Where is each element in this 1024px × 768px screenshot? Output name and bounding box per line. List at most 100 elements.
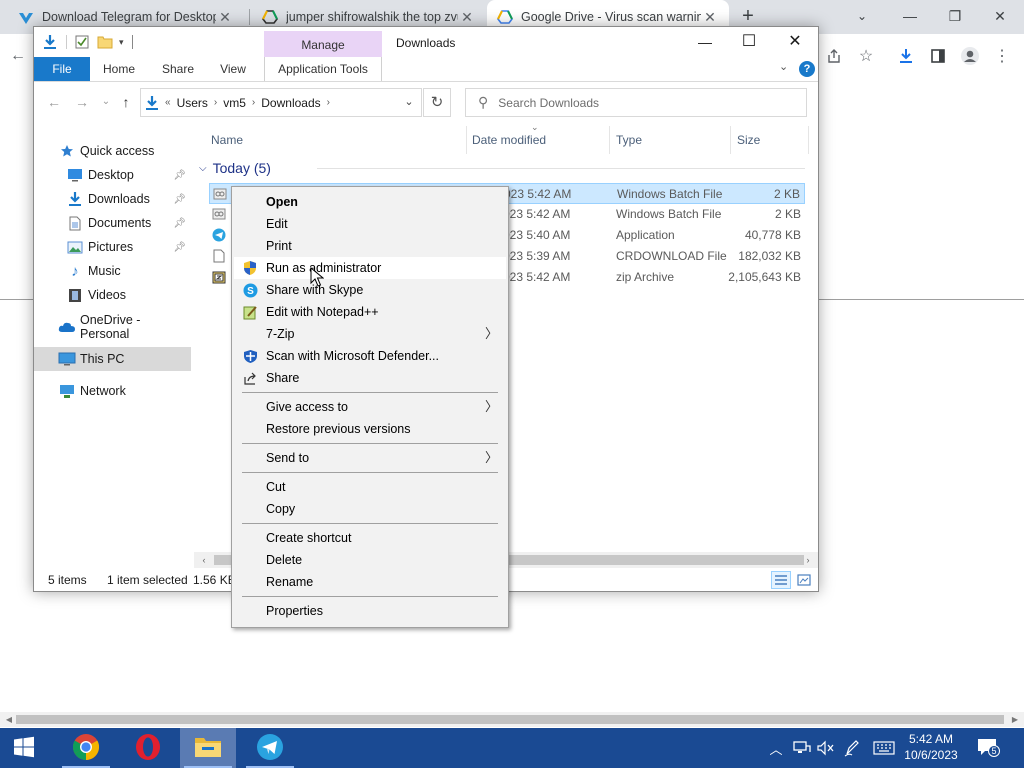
- pin-icon[interactable]: 📌︎: [173, 218, 186, 229]
- nav-videos[interactable]: Videos: [34, 283, 191, 307]
- nav-onedrive[interactable]: OneDrive - Personal: [34, 313, 191, 341]
- scroll-left-icon[interactable]: ‹: [196, 552, 212, 568]
- explorer-maximize-button[interactable]: ☐: [726, 31, 772, 53]
- column-size[interactable]: Size: [737, 130, 760, 150]
- chrome-menu-icon[interactable]: ⋮: [990, 44, 1014, 68]
- scroll-right-icon[interactable]: ›: [800, 552, 816, 568]
- close-tab-icon[interactable]: ✕: [458, 9, 476, 26]
- nav-documents[interactable]: Documents 📌︎: [34, 211, 191, 235]
- menu-item-7zip[interactable]: 7-Zip 〉: [234, 323, 506, 345]
- forward-icon[interactable]: →: [72, 92, 92, 112]
- menu-item-delete[interactable]: Delete: [234, 549, 506, 571]
- downloads-icon[interactable]: [894, 44, 918, 68]
- details-view-icon[interactable]: [771, 571, 791, 589]
- collapse-chevron-icon[interactable]: ⌵: [199, 163, 207, 174]
- back-icon[interactable]: ←: [44, 92, 64, 112]
- column-date-modified[interactable]: Date modified: [472, 130, 546, 150]
- explorer-minimize-button[interactable]: —: [682, 31, 728, 53]
- column-type[interactable]: Type: [616, 130, 642, 150]
- up-icon[interactable]: ↑: [116, 92, 136, 112]
- network-tray-icon[interactable]: [790, 728, 814, 768]
- column-divider[interactable]: [466, 126, 467, 154]
- menu-item-run-as-administrator[interactable]: Run as administrator: [234, 257, 506, 279]
- touch-keyboard-icon[interactable]: [870, 728, 898, 768]
- menu-item-restore-previous-versions[interactable]: Restore previous versions: [234, 418, 506, 440]
- nav-pictures[interactable]: Pictures 📌︎: [34, 235, 191, 259]
- close-tab-icon[interactable]: ✕: [701, 9, 719, 26]
- back-arrow-icon[interactable]: ←: [6, 44, 30, 68]
- menu-item-scan-with-defender[interactable]: Scan with Microsoft Defender...: [234, 345, 506, 367]
- large-icons-view-icon[interactable]: [794, 571, 814, 589]
- address-dropdown-icon[interactable]: ⌄: [396, 88, 422, 117]
- notification-center-button[interactable]: 5: [974, 728, 1002, 768]
- properties-check-icon[interactable]: [75, 35, 89, 49]
- menu-item-edit[interactable]: Edit: [234, 213, 506, 235]
- expand-ribbon-chevron-icon[interactable]: ⌄: [779, 60, 788, 73]
- refresh-icon[interactable]: ↻: [423, 88, 451, 117]
- show-hidden-icons-chevron-icon[interactable]: ︿: [766, 728, 786, 768]
- tab-file[interactable]: File: [34, 57, 90, 81]
- new-folder-icon[interactable]: [97, 35, 113, 49]
- menu-item-edit-with-notepadpp[interactable]: Edit with Notepad++: [234, 301, 506, 323]
- recent-locations-icon[interactable]: ⌄: [96, 92, 116, 112]
- nav-network[interactable]: Network: [34, 379, 191, 403]
- menu-item-properties[interactable]: Properties: [234, 600, 506, 622]
- bookmark-star-icon[interactable]: ☆: [854, 44, 878, 68]
- menu-item-copy[interactable]: Copy: [234, 498, 506, 520]
- tab-view[interactable]: View: [210, 57, 256, 81]
- share-page-icon[interactable]: [822, 44, 846, 68]
- nav-music[interactable]: ♪ Music: [34, 259, 191, 283]
- menu-item-share-with-skype[interactable]: S Share with Skype: [234, 279, 506, 301]
- tab-application-tools[interactable]: Application Tools: [264, 57, 382, 81]
- breadcrumb-vm5[interactable]: vm5: [223, 96, 246, 110]
- nav-downloads[interactable]: Downloads 📌︎: [34, 187, 191, 211]
- breadcrumb-separator-icon[interactable]: ›: [252, 97, 255, 108]
- nav-quick-access[interactable]: Quick access: [34, 139, 191, 163]
- profile-avatar-icon[interactable]: [958, 44, 982, 68]
- taskbar-chrome[interactable]: [58, 728, 114, 768]
- taskbar-telegram[interactable]: [242, 728, 298, 768]
- column-divider[interactable]: [609, 126, 610, 154]
- nav-this-pc[interactable]: This PC: [34, 347, 191, 371]
- menu-item-send-to[interactable]: Send to 〉: [234, 447, 506, 469]
- menu-item-give-access-to[interactable]: Give access to 〉: [234, 396, 506, 418]
- pen-workspace-icon[interactable]: [840, 728, 864, 768]
- help-icon[interactable]: ?: [799, 61, 815, 77]
- explorer-close-button[interactable]: ✕: [772, 31, 818, 53]
- chrome-restore-button[interactable]: ❐: [933, 4, 977, 28]
- scrollbar-thumb[interactable]: [16, 715, 1004, 724]
- menu-item-open[interactable]: Open: [234, 191, 506, 213]
- menu-item-rename[interactable]: Rename: [234, 571, 506, 593]
- address-bar[interactable]: « Users › vm5 › Downloads ›: [140, 88, 422, 117]
- tab-share[interactable]: Share: [152, 57, 204, 81]
- column-divider[interactable]: [730, 126, 731, 154]
- start-button[interactable]: [0, 728, 48, 768]
- address-overflow[interactable]: «: [165, 97, 171, 108]
- volume-muted-icon[interactable]: [814, 728, 838, 768]
- column-name[interactable]: Name: [211, 130, 243, 150]
- scroll-left-icon[interactable]: ◀: [2, 712, 16, 727]
- menu-item-share[interactable]: Share: [234, 367, 506, 389]
- taskbar-clock[interactable]: 5:42 AM 10/6/2023: [898, 731, 964, 763]
- menu-item-print[interactable]: Print: [234, 235, 506, 257]
- menu-item-cut[interactable]: Cut: [234, 476, 506, 498]
- breadcrumb-separator-icon[interactable]: ›: [327, 97, 330, 108]
- breadcrumb-downloads[interactable]: Downloads: [261, 96, 320, 110]
- column-divider[interactable]: [808, 126, 809, 154]
- breadcrumb-separator-icon[interactable]: ›: [214, 97, 217, 108]
- pin-icon[interactable]: 📌︎: [173, 170, 186, 181]
- page-horizontal-scrollbar[interactable]: ◀ ▶: [0, 712, 1024, 727]
- pin-icon[interactable]: 📌︎: [173, 194, 186, 205]
- taskbar-opera[interactable]: [120, 728, 176, 768]
- menu-item-create-shortcut[interactable]: Create shortcut: [234, 527, 506, 549]
- taskbar-file-explorer[interactable]: [180, 728, 236, 768]
- tab-home[interactable]: Home: [94, 57, 144, 81]
- chrome-minimize-button[interactable]: —: [888, 4, 932, 28]
- tab-search-chevron-icon[interactable]: ⌄: [840, 4, 884, 28]
- breadcrumb-users[interactable]: Users: [177, 96, 208, 110]
- nav-desktop[interactable]: Desktop 📌︎: [34, 163, 191, 187]
- side-panel-icon[interactable]: [926, 44, 950, 68]
- group-header-today[interactable]: ⌵ Today (5): [199, 158, 271, 178]
- pin-icon[interactable]: 📌︎: [173, 242, 186, 253]
- scroll-right-icon[interactable]: ▶: [1008, 712, 1022, 727]
